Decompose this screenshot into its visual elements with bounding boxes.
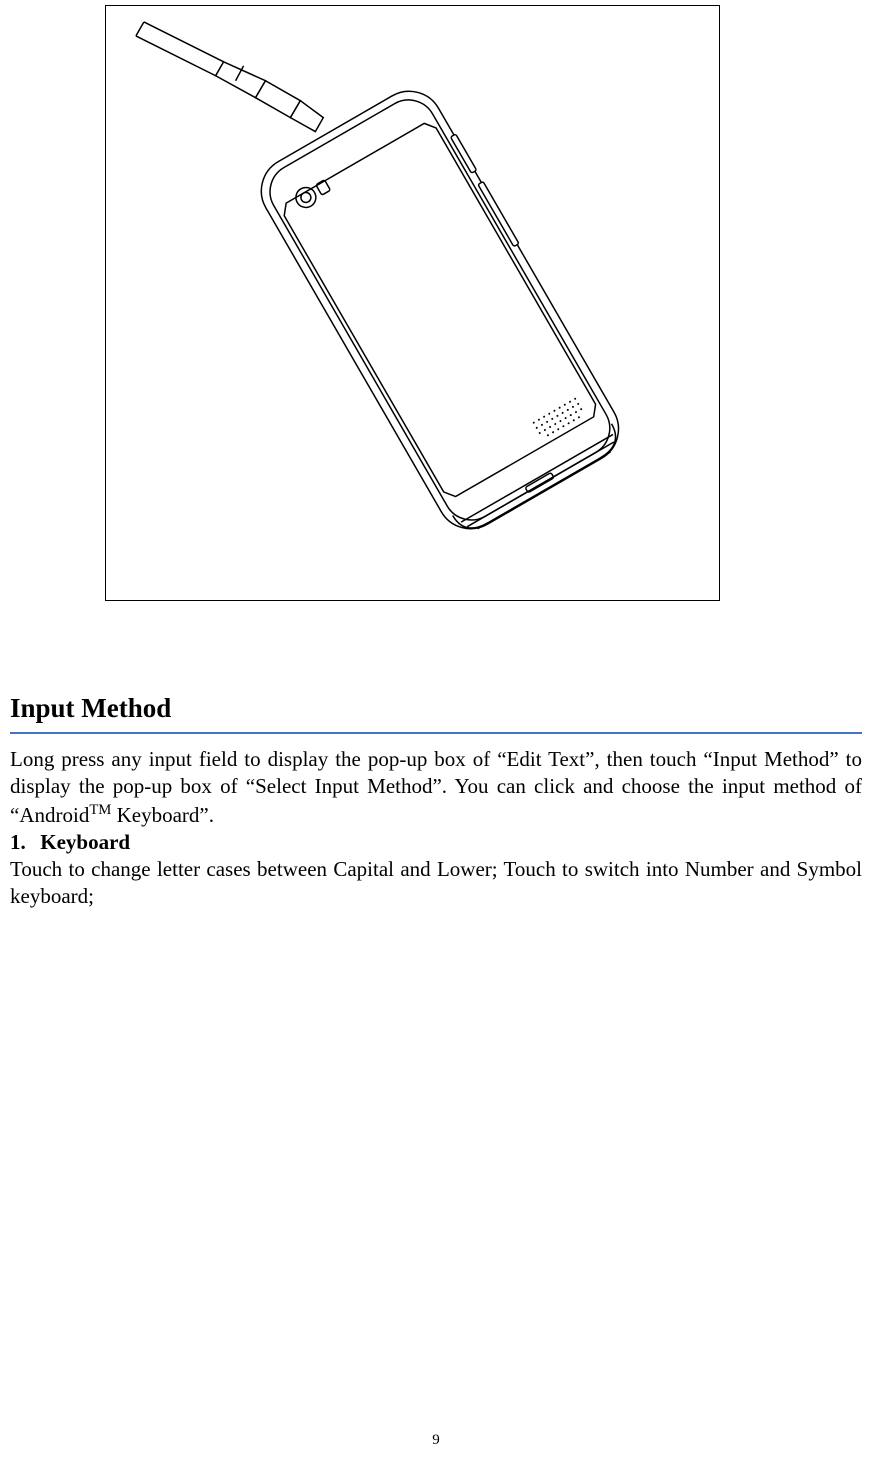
keyboard-paragraph: Touch to change letter cases between Cap… xyxy=(10,856,862,911)
intro-text-b: Keyboard”. xyxy=(111,803,214,827)
page-number: 9 xyxy=(432,1432,440,1449)
trademark-symbol: TM xyxy=(89,802,111,818)
device-figure xyxy=(105,5,720,601)
list-label: Keyboard xyxy=(40,829,130,856)
section-title: Input Method xyxy=(10,693,862,724)
phone-cable-illustration xyxy=(106,6,719,600)
section-divider xyxy=(10,732,862,734)
list-item-keyboard: 1. Keyboard xyxy=(10,829,862,856)
intro-paragraph: Long press any input field to display th… xyxy=(10,746,862,829)
list-number: 1. xyxy=(10,829,30,856)
